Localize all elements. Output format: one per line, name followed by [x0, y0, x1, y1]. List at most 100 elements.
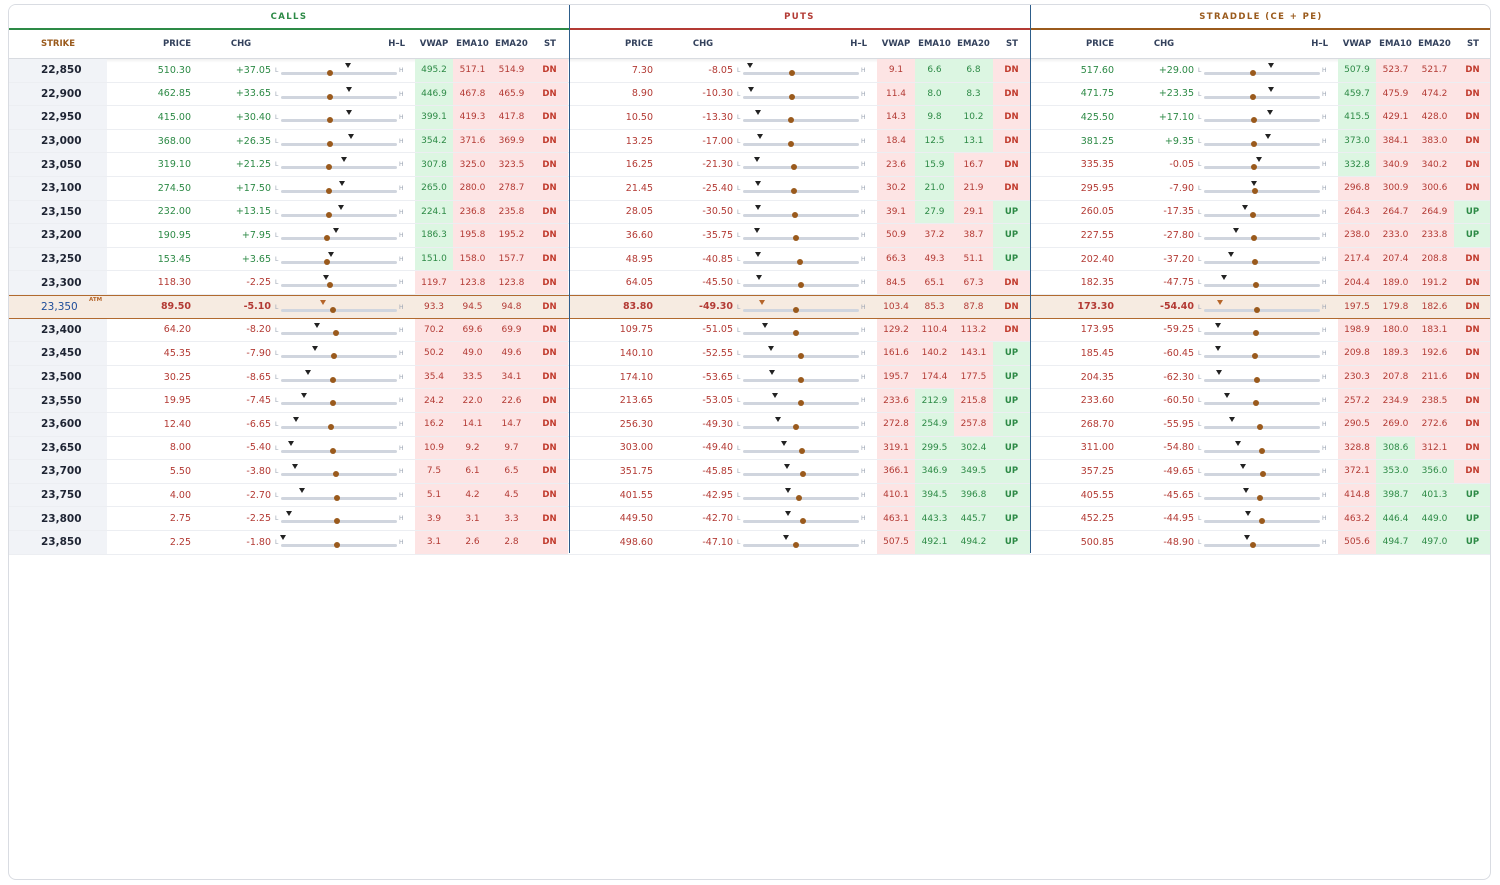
strike-cell: 22,900 — [9, 82, 107, 106]
header-hl-puts: H–L — [850, 39, 867, 49]
price-puts: 449.50 — [619, 513, 653, 525]
range-high-label: H — [399, 161, 404, 169]
range-track — [281, 237, 397, 241]
vwap-straddle: 198.9 — [1338, 318, 1376, 342]
price-puts: 7.30 — [631, 64, 653, 76]
supertrend-straddle: DN — [1454, 247, 1490, 271]
range-low-label: L — [1198, 208, 1202, 216]
hl-range-bar-calls: LH — [275, 248, 415, 271]
dot-icon — [1250, 235, 1257, 242]
price-puts: 498.60 — [619, 536, 653, 548]
triangle-down-icon — [1245, 511, 1252, 517]
table-row: 22,950 415.00 +30.40 L H 399.1 419.3 417.8 DN 10.… — [9, 106, 1490, 130]
supertrend-calls: DN — [531, 271, 568, 294]
ema20-puts: 257.8 — [954, 413, 993, 436]
vwap-puts: 272.8 — [877, 413, 915, 436]
range-low-label: L — [1198, 539, 1202, 546]
supertrend-puts: DN — [993, 106, 1030, 129]
ema10-straddle: 264.7 — [1376, 200, 1415, 224]
ema10-puts: 492.1 — [915, 531, 954, 554]
range-high-label: H — [861, 279, 866, 287]
hl-range-bar-straddle: LH — [1198, 177, 1338, 200]
change-calls: -5.10 — [243, 301, 271, 313]
supertrend-puts: UP — [993, 365, 1030, 389]
hl-range-bar-straddle: LH — [1198, 413, 1338, 436]
price-calls: 118.30 — [157, 277, 191, 289]
range-track — [743, 142, 859, 146]
vwap-straddle: 328.8 — [1338, 436, 1376, 460]
vwap-straddle: 332.8 — [1338, 153, 1376, 176]
triangle-down-icon — [762, 322, 769, 328]
table-row: 23,400 64.20 -8.20 L H 70.2 69.6 69.9 DN 109.75 -5… — [9, 318, 1490, 343]
ema10-puts: 6.6 — [915, 59, 954, 82]
hl-range-bar-calls: LH — [275, 130, 415, 153]
range-high-label: H — [861, 373, 866, 381]
price-calls: 8.00 — [169, 442, 191, 454]
section-title-straddle: STRADDLE (CE + PE) — [1030, 5, 1490, 30]
hl-range-bar-straddle: LH — [1198, 342, 1338, 365]
range-low-label: L — [1198, 114, 1202, 122]
range-low-label: L — [737, 114, 741, 122]
price-straddle: 517.60 — [1080, 64, 1114, 76]
price-calls: 19.95 — [163, 395, 191, 407]
hl-range-bar-puts: LH — [737, 130, 877, 153]
header-ema20-calls: EMA20 — [495, 39, 528, 49]
price-calls: 415.00 — [157, 111, 191, 123]
change-straddle: -49.65 — [1163, 465, 1194, 477]
ema10-calls: 2.6 — [453, 531, 492, 554]
dot-icon — [793, 424, 800, 430]
ema10-puts: 12.5 — [915, 129, 954, 153]
ema20-calls: 34.1 — [492, 365, 531, 389]
price-puts: 28.05 — [625, 206, 653, 218]
price-puts: 48.95 — [625, 253, 653, 265]
ema20-straddle: 272.6 — [1415, 413, 1454, 436]
hl-range-bar-calls: LH — [275, 484, 415, 507]
range-high-label: H — [1322, 444, 1327, 452]
triangle-down-icon — [1267, 110, 1274, 116]
table-row: 23,000 368.00 +26.35 L H 354.2 371.6 369.9 DN 13.… — [9, 129, 1490, 154]
ema10-puts: 110.4 — [915, 318, 954, 342]
triangle-down-icon — [1241, 204, 1248, 210]
triangle-down-icon — [1264, 133, 1271, 139]
dot-icon — [793, 329, 800, 336]
range-high-label: H — [399, 137, 404, 145]
price-puts: 36.60 — [625, 229, 653, 241]
change-straddle: -48.90 — [1163, 536, 1194, 548]
hl-range-bar-puts: LH — [737, 296, 877, 318]
range-track — [1204, 284, 1320, 288]
dot-icon — [1259, 518, 1265, 525]
hl-range-bar-calls: LH — [275, 153, 415, 176]
price-puts: 351.75 — [619, 465, 653, 477]
ema10-calls: 236.8 — [453, 200, 492, 224]
supertrend-straddle: DN — [1454, 271, 1490, 294]
ema10-puts: 254.9 — [915, 413, 954, 436]
change-calls: -5.40 — [246, 442, 271, 454]
price-straddle: 173.30 — [1077, 301, 1114, 313]
change-calls: -2.25 — [246, 513, 271, 525]
header-ema20-straddle: EMA20 — [1418, 39, 1451, 49]
range-track — [1204, 378, 1320, 382]
vwap-straddle: 257.2 — [1338, 389, 1376, 412]
ema20-calls: 323.5 — [492, 153, 531, 176]
ema20-puts: 13.1 — [954, 129, 993, 153]
hl-range-bar-calls: LH — [275, 437, 415, 460]
ema10-puts: 15.9 — [915, 153, 954, 176]
ema10-straddle: 429.1 — [1376, 106, 1415, 129]
price-calls: 319.10 — [157, 159, 191, 171]
header-chg-straddle: CHG — [1153, 39, 1175, 49]
triangle-down-icon — [327, 251, 334, 257]
dot-icon — [326, 93, 333, 100]
range-track — [281, 378, 397, 382]
vwap-calls: 186.3 — [415, 224, 453, 247]
vwap-straddle: 209.8 — [1338, 342, 1376, 365]
vwap-calls: 10.9 — [415, 436, 453, 460]
range-low-label: L — [1198, 421, 1202, 428]
range-low-label: L — [275, 255, 279, 263]
price-straddle: 202.40 — [1080, 253, 1114, 265]
ema10-straddle: 494.7 — [1376, 531, 1415, 554]
supertrend-calls: DN — [531, 460, 568, 483]
change-straddle: -60.50 — [1163, 395, 1194, 407]
dot-icon — [1249, 211, 1256, 218]
ema20-puts: 445.7 — [954, 507, 993, 530]
triangle-down-icon — [1224, 393, 1231, 399]
